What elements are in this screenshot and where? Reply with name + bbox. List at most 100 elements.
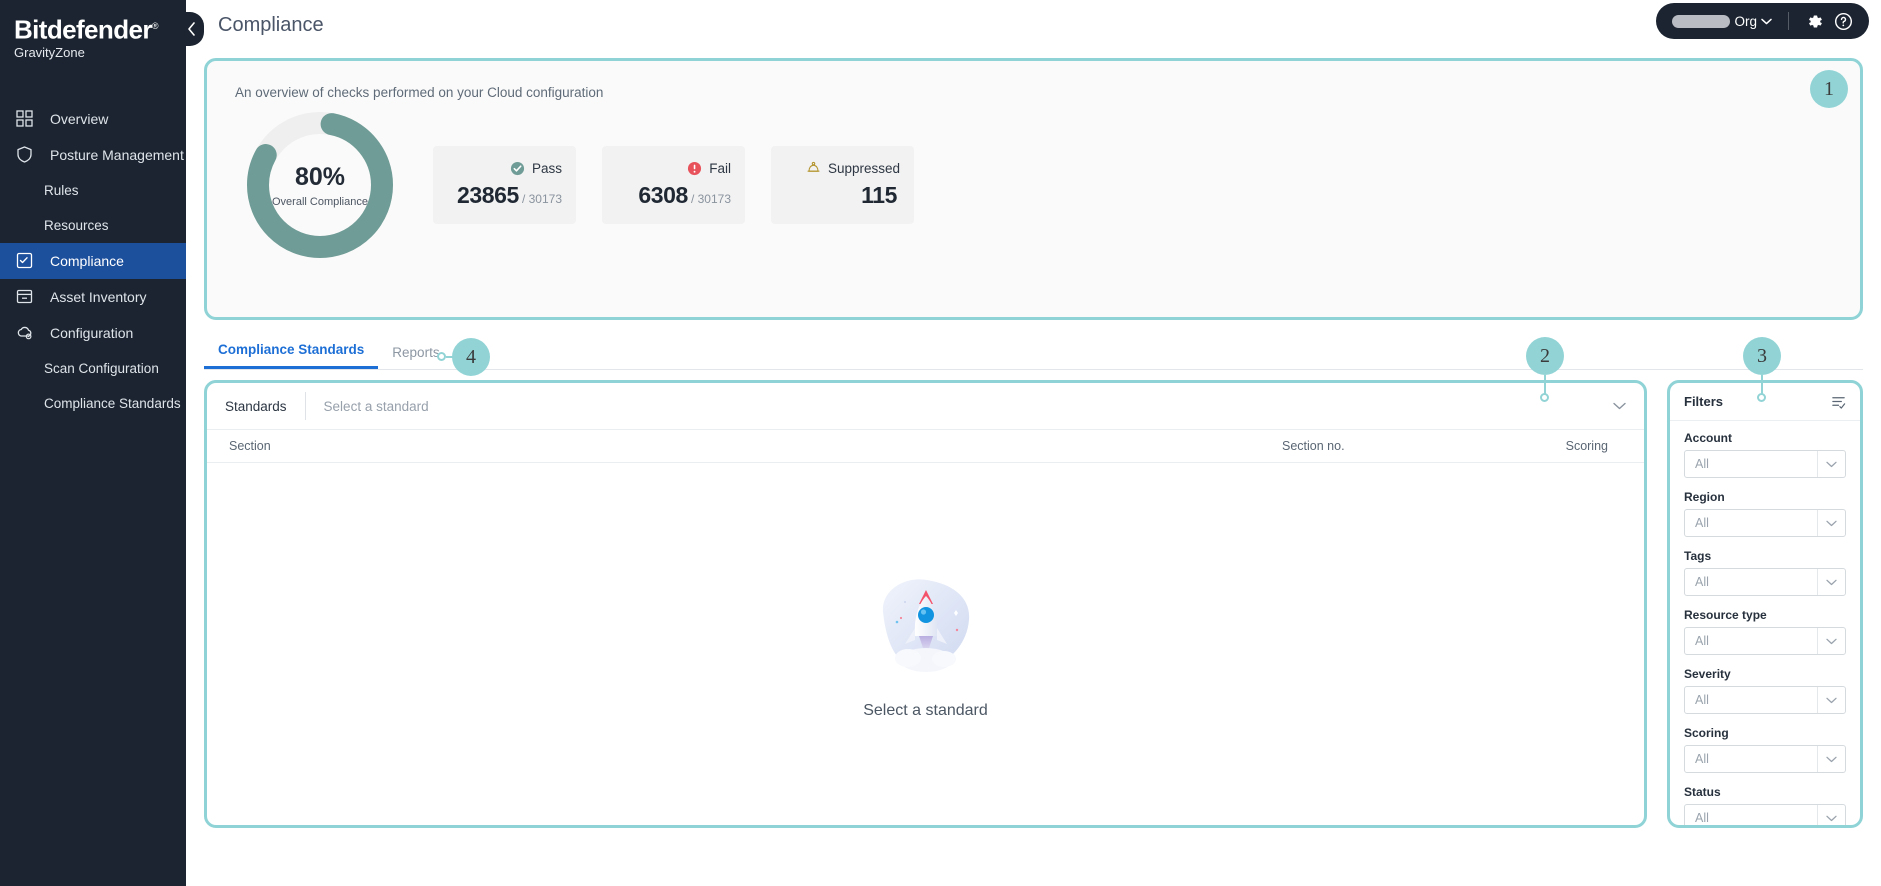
annotation-marker-4: 4 (452, 338, 490, 376)
tab-compliance-standards[interactable]: Compliance Standards (204, 342, 379, 369)
rocket-illustration (882, 579, 969, 672)
stat-card-denominator: / 30173 (521, 192, 562, 206)
annotation-number: 1 (1824, 77, 1834, 100)
filters-title: Filters (1684, 394, 1724, 409)
filter-select-account[interactable]: All (1684, 450, 1846, 478)
column-header-scoring: Scoring (1565, 439, 1608, 453)
check-circle-icon (510, 161, 525, 176)
stat-card-value: 23865 (456, 182, 519, 208)
sidebar-item-label: Resources (44, 217, 109, 233)
stat-card-fail: Fail 6308 / 30173 (602, 146, 745, 224)
annotation-marker-1: 1 (1810, 70, 1848, 108)
chevron-down-icon (1613, 402, 1626, 410)
filter-value: All (1695, 634, 1709, 648)
checklist-icon (16, 252, 38, 270)
filter-group-severity: Severity All (1684, 667, 1846, 714)
sidebar-item-label: Scan Configuration (44, 360, 159, 376)
topbar-actions: Org (1656, 3, 1869, 39)
page-title: Compliance (218, 13, 324, 36)
annotation-number: 2 (1540, 344, 1550, 367)
annotation-number: 4 (466, 345, 476, 368)
chevron-down-icon (1761, 18, 1772, 24)
filter-value: All (1695, 693, 1709, 707)
filters-header: Filters (1670, 383, 1860, 421)
filter-group-account: Account All (1684, 431, 1846, 478)
filter-label: Status (1684, 785, 1721, 799)
filter-select-status[interactable]: All (1684, 804, 1846, 825)
filter-label: Severity (1684, 667, 1731, 681)
sidebar-item-compliance[interactable]: Compliance (0, 242, 186, 279)
chevron-down-icon (1817, 451, 1845, 477)
sidebar-item-posture-management[interactable]: Posture Management (0, 137, 186, 173)
filter-select-severity[interactable]: All (1684, 686, 1846, 714)
column-header-section: Section (229, 439, 271, 453)
filter-label: Region (1684, 490, 1725, 504)
donut-percent: 80% (294, 162, 346, 191)
standards-selector-bar: Standards Select a standard (207, 383, 1644, 429)
org-label: Org (1734, 13, 1757, 29)
stat-card-label: Pass (531, 161, 562, 176)
filters-panel: Filters Account All Region All Tags All … (1667, 380, 1863, 828)
overview-row: 80% Overall Compliance Pass 23865 / 3017… (235, 110, 1832, 260)
sidebar-item-label: Compliance (50, 252, 124, 269)
filter-label: Account (1684, 431, 1732, 445)
chevron-down-icon (1817, 569, 1845, 595)
filter-select-scoring[interactable]: All (1684, 745, 1846, 773)
filters-body: Account All Region All Tags All Resource… (1670, 421, 1860, 825)
sidebar-item-compliance-standards[interactable]: Compliance Standards (0, 386, 186, 421)
stat-card-value: 115 (861, 182, 897, 208)
stat-card-header: Pass (510, 161, 562, 176)
chevron-down-icon (1817, 687, 1845, 713)
standard-select-placeholder: Select a standard (323, 398, 429, 414)
annotation-marker-2: 2 (1526, 337, 1564, 375)
chevron-down-icon (1817, 510, 1845, 536)
brand-logo: Bitdefender® GravityZone (0, 0, 186, 71)
topbar: Compliance Org (186, 0, 1881, 50)
standard-select[interactable]: Select a standard (306, 399, 1644, 414)
shield-icon (16, 146, 38, 164)
brand-trademark: ® (151, 21, 159, 31)
overview-panel: An overview of checks performed on your … (204, 58, 1863, 320)
sidebar-item-rules[interactable]: Rules (0, 173, 186, 208)
gear-icon[interactable] (1805, 12, 1824, 31)
sidebar: Bitdefender® GravityZone Overview Postur… (0, 0, 204, 886)
sidebar-collapse-button[interactable] (178, 12, 204, 46)
filter-label: Resource type (1684, 608, 1767, 622)
overview-subtitle: An overview of checks performed on your … (235, 85, 604, 100)
stat-card-value: 6308 (638, 182, 688, 208)
overall-compliance-donut: 80% Overall Compliance (245, 110, 395, 260)
empty-state-text: Select a standard (863, 702, 988, 719)
column-header-section-no: Section no. (1282, 439, 1345, 453)
org-selector[interactable]: Org (1672, 14, 1772, 29)
sidebar-item-label: Configuration (50, 324, 134, 341)
question-circle-icon[interactable] (1834, 12, 1853, 31)
topbar-divider (1788, 12, 1789, 30)
inventory-icon (16, 288, 38, 306)
chevron-down-icon (1817, 746, 1845, 772)
cloud-gear-icon (16, 324, 38, 342)
filter-select-region[interactable]: All (1684, 509, 1846, 537)
chevron-down-icon (1817, 628, 1845, 654)
stat-card-denominator: / 30173 (690, 192, 731, 206)
filter-value: All (1695, 752, 1709, 766)
filter-label: Tags (1684, 549, 1712, 563)
sidebar-item-label: Posture Management (50, 146, 184, 163)
filter-group-resource-type: Resource type All (1684, 608, 1846, 655)
sidebar-item-configuration[interactable]: Configuration (0, 315, 186, 351)
filter-group-tags: Tags All (1684, 549, 1846, 596)
brand-product: GravityZone (14, 44, 85, 60)
filter-list-icon[interactable] (1831, 394, 1846, 409)
sidebar-item-resources[interactable]: Resources (0, 208, 186, 243)
annotation-number: 3 (1757, 344, 1767, 367)
donut-center-label: 80% Overall Compliance (245, 110, 395, 260)
sidebar-item-overview[interactable]: Overview (0, 101, 186, 137)
filter-group-status: Status All (1684, 785, 1846, 825)
sidebar-item-label: Rules (44, 182, 79, 198)
sidebar-item-asset-inventory[interactable]: Asset Inventory (0, 279, 186, 315)
filter-value: All (1695, 457, 1709, 471)
sidebar-item-scan-configuration[interactable]: Scan Configuration (0, 351, 186, 386)
annotation-dot-2 (1540, 393, 1549, 402)
filter-select-tags[interactable]: All (1684, 568, 1846, 596)
filter-select-resource-type[interactable]: All (1684, 627, 1846, 655)
tab-label: Reports (392, 345, 440, 360)
